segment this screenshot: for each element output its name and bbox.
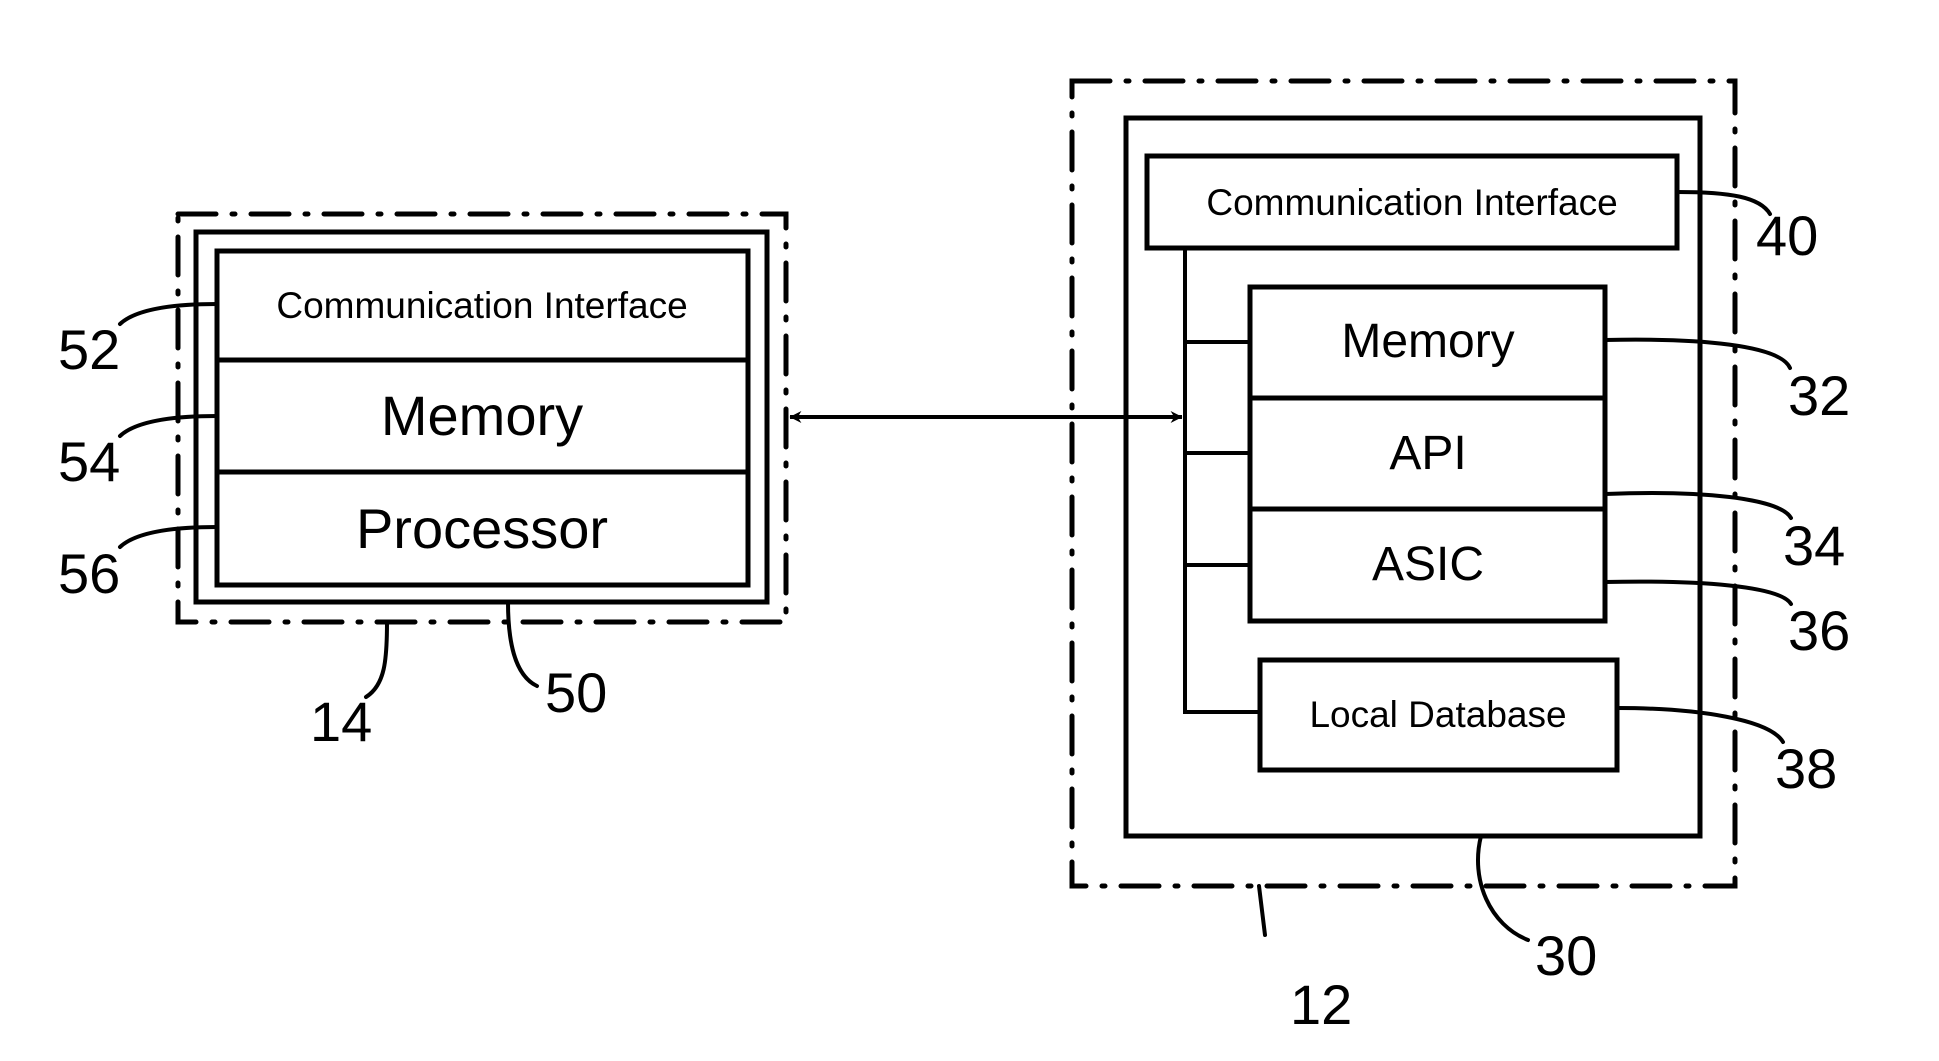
left-memory-label: Memory bbox=[381, 384, 583, 447]
leader-52 bbox=[118, 302, 219, 326]
leader-54 bbox=[118, 414, 219, 438]
leader-50 bbox=[506, 600, 539, 688]
left-processor-label: Processor bbox=[356, 497, 608, 560]
leader-14 bbox=[364, 620, 389, 699]
ref-36: 36 bbox=[1788, 599, 1850, 662]
leader-12 bbox=[1257, 884, 1267, 937]
system-diagram: Communication Interface Memory Processor… bbox=[58, 78, 1850, 1036]
leader-56 bbox=[118, 525, 219, 549]
ref-40: 40 bbox=[1756, 204, 1818, 267]
ref-38: 38 bbox=[1775, 737, 1837, 800]
right-memory-label: Memory bbox=[1341, 315, 1514, 368]
right-comm-interface-label: Communication Interface bbox=[1206, 182, 1617, 223]
ref-56: 56 bbox=[58, 542, 120, 605]
ref-52: 52 bbox=[58, 318, 120, 381]
right-api-label: API bbox=[1389, 427, 1466, 480]
ref-12: 12 bbox=[1290, 973, 1352, 1036]
ref-14: 14 bbox=[310, 690, 372, 753]
ref-54: 54 bbox=[58, 430, 120, 493]
right-asic-label: ASIC bbox=[1372, 538, 1484, 591]
ref-50: 50 bbox=[545, 661, 607, 724]
local-database-label: Local Database bbox=[1309, 694, 1566, 735]
left-comm-interface-label: Communication Interface bbox=[276, 285, 687, 326]
ref-30: 30 bbox=[1535, 924, 1597, 987]
ref-34: 34 bbox=[1783, 514, 1845, 577]
ref-32: 32 bbox=[1788, 364, 1850, 427]
